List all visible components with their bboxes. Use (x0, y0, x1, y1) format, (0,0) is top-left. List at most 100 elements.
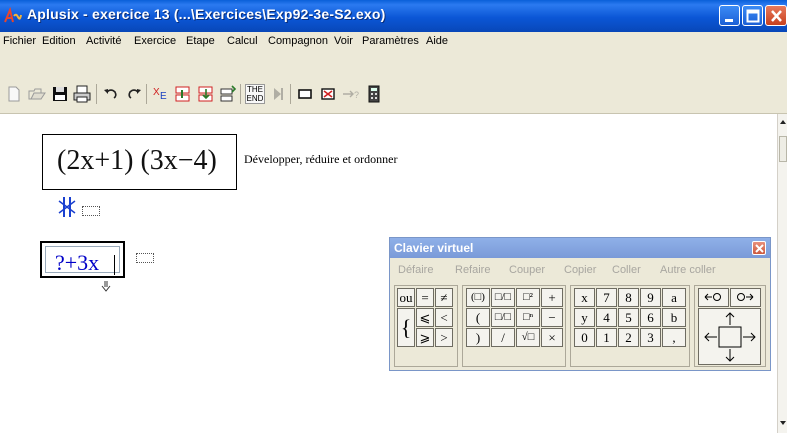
vk-key-9[interactable]: 9 (640, 288, 661, 307)
menu-parametres[interactable]: Paramètres (362, 35, 419, 47)
vk-key-plus[interactable]: + (541, 288, 563, 307)
vk-key-greater-equal[interactable]: ⩾ (416, 328, 434, 347)
undo-icon[interactable] (101, 84, 121, 104)
vk-key-comma[interactable]: , (662, 328, 686, 347)
new-file-icon[interactable] (4, 84, 24, 104)
exercise-expression-box: (2x+1) (3x−4) (42, 134, 237, 190)
current-step-field[interactable]: ?+3x (45, 246, 120, 276)
vk-key-5[interactable]: 5 (618, 308, 639, 327)
close-button[interactable] (765, 5, 787, 26)
vk-undo[interactable]: Défaire (398, 264, 433, 276)
equivalence-link-icon[interactable] (56, 197, 78, 217)
current-step-input[interactable]: ?+3x (55, 250, 99, 276)
vk-key-brace[interactable]: { (397, 308, 415, 347)
cross-box-icon[interactable] (318, 84, 338, 104)
print-icon[interactable] (72, 84, 92, 104)
vk-key-6[interactable]: 6 (640, 308, 661, 327)
comment-placeholder[interactable] (82, 206, 100, 216)
menu-voir[interactable]: Voir (334, 35, 353, 47)
svg-text:X: X (153, 87, 160, 98)
vk-key-not-equal[interactable]: ≠ (435, 288, 453, 307)
vk-key-slash[interactable]: / (491, 328, 515, 347)
menu-exercice[interactable]: Exercice (134, 35, 176, 47)
vk-key-power[interactable]: □ⁿ (516, 308, 540, 327)
vk-key-8[interactable]: 8 (618, 288, 639, 307)
vk-key-2[interactable]: 2 (618, 328, 639, 347)
save-icon[interactable] (50, 84, 70, 104)
vk-copy[interactable]: Copier (564, 264, 596, 276)
equivalence-icon[interactable]: ? (341, 84, 361, 104)
menu-edition[interactable]: Edition (42, 35, 76, 47)
vk-key-4[interactable]: 4 (596, 308, 617, 327)
vk-key-greater[interactable]: > (435, 328, 453, 347)
vk-key-fraction-2[interactable]: □/□ (491, 308, 515, 327)
minimize-icon (725, 19, 733, 22)
svg-text:E: E (160, 91, 167, 102)
vk-key-move-right[interactable] (730, 288, 761, 307)
vk-key-parentheses[interactable]: (□) (466, 288, 490, 307)
menu-activite[interactable]: Activité (86, 35, 121, 47)
vk-key-0[interactable]: 0 (574, 328, 595, 347)
arrow-pad-icon (704, 312, 756, 362)
step-back-icon[interactable] (173, 84, 193, 104)
vk-paste[interactable]: Coller (612, 264, 641, 276)
comment-placeholder[interactable] (136, 253, 154, 263)
open-file-icon[interactable] (27, 84, 47, 104)
vk-redo[interactable]: Refaire (455, 264, 490, 276)
vk-paste-other[interactable]: Autre coller (660, 264, 716, 276)
vk-key-times[interactable]: × (541, 328, 563, 347)
redo-icon[interactable] (124, 84, 144, 104)
vk-cut[interactable]: Couper (509, 264, 545, 276)
vk-key-sqrt[interactable]: √□ (516, 328, 540, 347)
vk-key-minus[interactable]: − (541, 308, 563, 327)
vk-key-y[interactable]: y (574, 308, 595, 327)
vk-key-move-left[interactable] (698, 288, 729, 307)
svg-text:?: ? (354, 90, 359, 100)
close-icon (755, 244, 764, 253)
vk-key-less[interactable]: < (435, 308, 453, 327)
virtual-keyboard-title: Clavier virtuel (394, 241, 474, 255)
vertical-scrollbar[interactable] (777, 114, 787, 433)
menu-calcul[interactable]: Calcul (227, 35, 258, 47)
scroll-up-icon[interactable] (778, 116, 787, 128)
vk-arrow-pad[interactable] (698, 308, 761, 365)
vk-key-square[interactable]: □² (516, 288, 540, 307)
vk-key-close-paren[interactable]: ) (466, 328, 490, 347)
rectangle-icon[interactable] (295, 84, 315, 104)
step-add-icon[interactable] (196, 84, 216, 104)
maximize-button[interactable] (742, 5, 763, 26)
vk-key-b[interactable]: b (662, 308, 686, 327)
toolbar (0, 52, 787, 114)
exercise-expression: (2x+1) (3x−4) (57, 145, 217, 176)
vk-key-fraction[interactable]: □/□ (491, 288, 515, 307)
current-step-box[interactable]: ?+3x (40, 241, 125, 278)
minimize-button[interactable] (719, 5, 740, 26)
vk-key-open-paren[interactable]: ( (466, 308, 490, 327)
menu-etape[interactable]: Etape (186, 35, 215, 47)
toolbar-separator (290, 84, 291, 104)
vk-key-a[interactable]: a (662, 288, 686, 307)
vk-key-equal[interactable]: = (416, 288, 434, 307)
menu-fichier[interactable]: Fichier (3, 35, 36, 47)
vk-key-7[interactable]: 7 (596, 288, 617, 307)
check-icon[interactable]: X E (151, 84, 171, 104)
scroll-thumb[interactable] (779, 136, 787, 162)
menu-aide[interactable]: Aide (426, 35, 448, 47)
menu-compagnon[interactable]: Compagnon (268, 35, 328, 47)
vk-key-1[interactable]: 1 (596, 328, 617, 347)
vk-key-3[interactable]: 3 (640, 328, 661, 347)
calculator-icon[interactable] (364, 84, 384, 104)
new-step-arrow-icon[interactable] (101, 281, 111, 293)
end-button[interactable]: THE END (245, 84, 265, 104)
vk-key-less-equal[interactable]: ⩽ (416, 308, 434, 327)
vk-key-x[interactable]: x (574, 288, 595, 307)
aplusix-logo-icon (4, 7, 22, 23)
play-icon[interactable] (268, 84, 288, 104)
virtual-keyboard-close-button[interactable] (752, 241, 766, 255)
step-next-icon[interactable] (218, 84, 238, 104)
scroll-down-icon[interactable] (778, 417, 787, 429)
title-bar: Aplusix - exercice 13 (...\Exercices\Exp… (0, 0, 787, 32)
vk-key-ou[interactable]: ou (397, 288, 415, 307)
virtual-keyboard-titlebar[interactable]: Clavier virtuel (390, 238, 770, 258)
end-button-line1: THE (247, 85, 263, 94)
